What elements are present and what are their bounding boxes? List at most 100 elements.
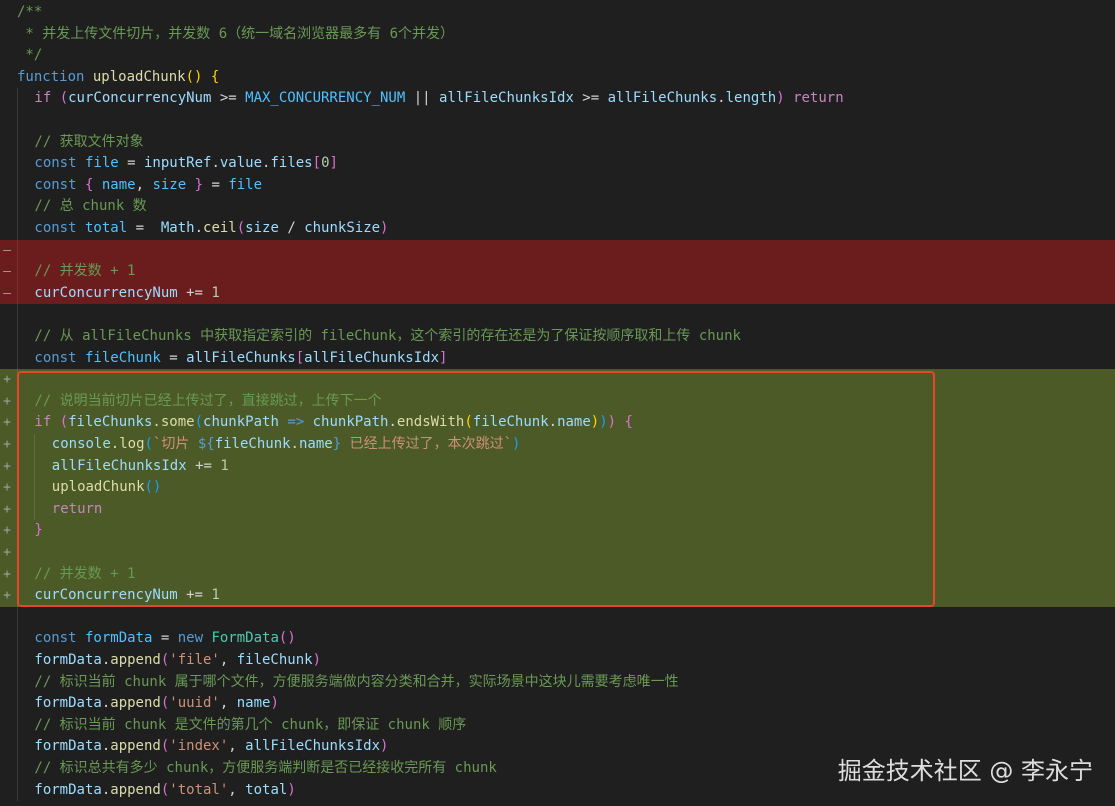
code-line: // 获取文件对象: [0, 131, 1115, 154]
code-token: const: [34, 155, 77, 172]
code-token: .: [101, 695, 111, 712]
code-text: * 并发上传文件切片，并发数 6（统一域名浏览器最多有 6个并发）: [17, 24, 454, 46]
code-token: append: [110, 781, 161, 798]
code-token: .: [101, 738, 111, 755]
code-line: * 并发上传文件切片，并发数 6（统一域名浏览器最多有 6个并发）: [0, 24, 1115, 46]
code-token: ]: [439, 349, 448, 366]
indent-guide: [17, 110, 34, 132]
code-token: */: [17, 47, 43, 64]
code-line: /**: [0, 2, 1115, 24]
indent-guide: [17, 196, 34, 218]
indent-guide: [17, 88, 34, 110]
code-token: value: [219, 155, 263, 172]
code-token: if: [34, 90, 52, 107]
code-line: // 总 chunk 数: [0, 196, 1115, 218]
removed-code-line: — // 并发数 + 1: [0, 261, 1115, 283]
code-line: // 从 allFileChunks 中获取指定索引的 fileChunk，这个…: [0, 326, 1115, 348]
code-line: if (curConcurrencyNum >= MAX_CONCURRENCY…: [0, 88, 1115, 110]
code-token: const: [34, 220, 77, 236]
code-text: formData.append('file', fileChunk): [17, 650, 321, 672]
diff-plus-marker: +: [3, 588, 11, 604]
code-token: >=: [573, 90, 608, 107]
code-text: // 从 allFileChunks 中获取指定索引的 fileChunk，这个…: [17, 326, 741, 348]
code-token: .: [101, 652, 111, 668]
code-token: total: [84, 220, 128, 236]
code-token: append: [110, 738, 161, 755]
code-token: function: [17, 68, 85, 85]
code-line: [0, 606, 1115, 629]
code-token: inputRef: [144, 155, 212, 172]
code-token: fileChunk: [236, 652, 313, 668]
code-token: formData: [34, 695, 102, 712]
code-token: 'uuid': [169, 695, 220, 712]
code-text: // 获取文件对象: [17, 131, 144, 154]
code-text: formData.append('uuid', name): [17, 693, 279, 715]
indent-guide: [17, 218, 34, 240]
code-token: curConcurrencyNum: [34, 284, 178, 301]
code-token: (): [185, 68, 203, 85]
diff-plus-marker: +: [3, 415, 11, 431]
code-token: allFileChunks: [186, 349, 296, 366]
code-text: // 标识当前 chunk 是文件的第几个 chunk，即保证 chunk 顺序: [17, 714, 466, 737]
code-token: length: [725, 90, 777, 107]
code-token: ): [380, 220, 389, 236]
code-token: return: [793, 90, 844, 107]
code-token: .: [717, 90, 726, 107]
code-line: // 标识当前 chunk 属于哪个文件，方便服务端做内容分类和合并，实际场景中…: [0, 671, 1115, 694]
code-token: file: [84, 155, 119, 172]
diff-plus-marker: +: [3, 372, 11, 388]
code-token: ): [287, 781, 296, 798]
diff-minus-marker: —: [3, 285, 11, 301]
code-token: append: [110, 652, 161, 668]
code-token: const: [34, 176, 77, 193]
indent-guide: [17, 628, 34, 650]
diff-plus-marker: +: [3, 393, 11, 409]
code-token: new: [177, 630, 204, 647]
removed-code-line: — curConcurrencyNum += 1: [0, 282, 1115, 305]
indent-guide: [17, 131, 34, 154]
highlight-annotation-box: [17, 371, 935, 607]
diff-minus-marker: —: [3, 264, 11, 280]
code-text: if (curConcurrencyNum >= MAX_CONCURRENCY…: [17, 88, 844, 110]
code-token: ||: [405, 90, 440, 107]
code-token: allFileChunks: [607, 90, 718, 107]
code-token: allFileChunksIdx: [245, 738, 381, 755]
code-text: [17, 110, 34, 132]
code-token: // 并发数 + 1: [34, 263, 136, 280]
code-text: curConcurrencyNum += 1: [17, 282, 220, 305]
code-text: const { name, size } = file: [17, 174, 262, 197]
code-token: 'file': [169, 652, 220, 668]
code-line: const { name, size } = file: [0, 174, 1115, 197]
code-token: total: [245, 781, 288, 798]
indent-guide: [17, 261, 34, 283]
code-token: ): [776, 90, 785, 107]
code-text: // 标识总共有多少 chunk，方便服务端判断是否已经接收完所有 chunk: [17, 758, 497, 780]
indent-guide: [17, 758, 34, 780]
diff-plus-marker: +: [3, 566, 11, 582]
code-token: }: [194, 176, 204, 193]
indent-guide: [17, 304, 34, 326]
code-token: /**: [17, 4, 43, 20]
diff-plus-marker: +: [3, 437, 11, 452]
code-line: */: [0, 45, 1115, 67]
code-token: MAX_CONCURRENCY_NUM: [245, 90, 406, 107]
code-line: formData.append('uuid', name): [0, 693, 1115, 715]
code-text: [17, 239, 34, 262]
code-token: .: [101, 781, 111, 798]
code-token: .: [211, 155, 220, 172]
code-token: // 从 allFileChunks 中获取指定索引的 fileChunk，这个…: [34, 328, 741, 344]
code-token: 'index': [169, 738, 229, 755]
code-token: Math: [160, 220, 195, 236]
indent-guide: [17, 282, 34, 305]
indent-guide: [17, 239, 34, 262]
indent-guide: [17, 693, 34, 715]
code-text: [17, 304, 34, 326]
code-token: ,: [219, 695, 237, 712]
code-token: name: [101, 176, 136, 193]
